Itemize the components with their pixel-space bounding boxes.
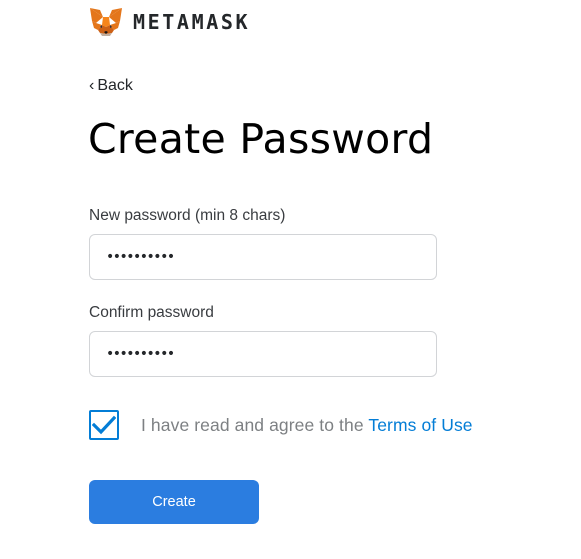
brand-header: METAMASK [89,6,250,38]
brand-wordmark: METAMASK [133,10,251,34]
confirm-password-label: Confirm password [89,304,214,321]
new-password-label: New password (min 8 chars) [89,207,286,224]
back-label: Back [97,77,133,94]
checkmark-icon [92,415,116,435]
back-button[interactable]: ‹ Back [89,77,133,95]
new-password-field[interactable] [89,234,437,280]
terms-row: I have read and agree to the Terms of Us… [89,410,473,440]
terms-text: I have read and agree to the Terms of Us… [141,415,473,436]
terms-of-use-link[interactable]: Terms of Use [368,415,472,435]
terms-statement: I have read and agree to the [141,414,364,435]
page-title: Create Password [88,115,434,163]
create-button[interactable]: Create [89,480,259,524]
metamask-fox-icon [90,8,122,36]
terms-checkbox[interactable] [89,410,119,440]
confirm-password-field[interactable] [89,331,437,377]
chevron-left-icon: ‹ [89,77,95,94]
